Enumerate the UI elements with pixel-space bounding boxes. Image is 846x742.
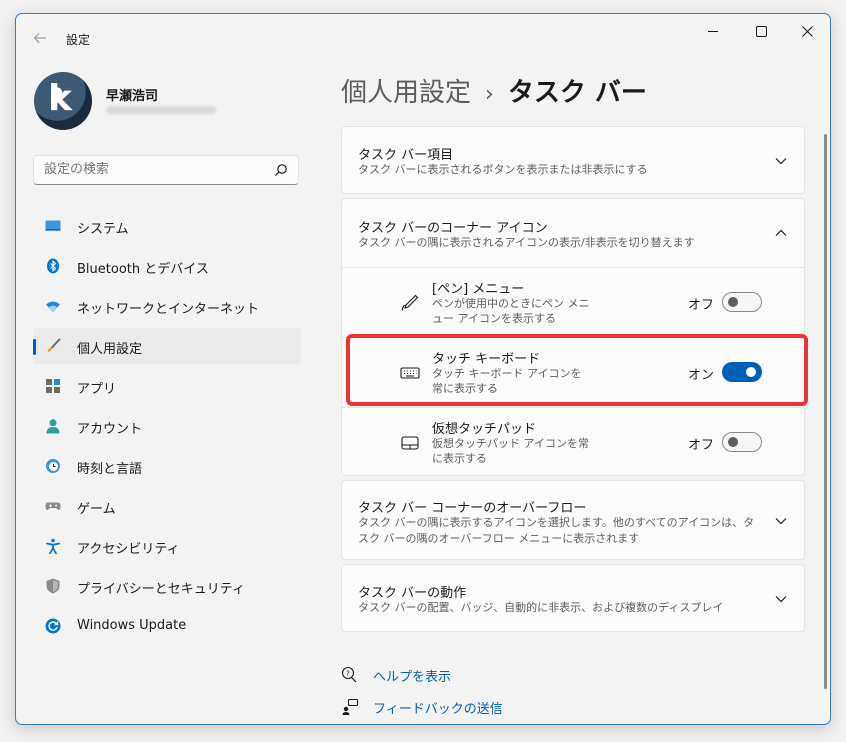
svg-text:?: ? <box>346 670 350 678</box>
pen-icon <box>401 294 419 311</box>
sidebar-item-accessibility[interactable]: アクセシビリティ <box>33 528 301 564</box>
setting-description: ペンが使用中のときにペン メニュー アイコンを表示する <box>432 297 590 325</box>
avatar-logo-icon: k <box>48 78 72 119</box>
maximize-button[interactable] <box>738 14 784 48</box>
card-taskbar-behavior[interactable]: タスク バーの動作 タスク バーの配置、バッジ、自動的に非表示、および複数のディ… <box>341 564 805 632</box>
card-title: タスク バー項目 <box>358 148 454 163</box>
person-icon <box>46 419 60 434</box>
setting-row-pen-menu: [ペン] メニュー ペンが使用中のときにペン メニュー アイコンを表示する オフ <box>342 267 804 338</box>
sidebar-item-gaming[interactable]: ゲーム <box>33 488 301 524</box>
user-profile[interactable]: k 早瀬浩司 <box>34 72 324 134</box>
help-icon: ? <box>341 666 357 683</box>
sidebar-item-label: アカウント <box>77 422 143 437</box>
shield-icon <box>46 578 60 594</box>
help-link[interactable]: ヘルプを表示 <box>373 666 451 685</box>
toggle-state-label: オフ <box>688 298 715 313</box>
sidebar-item-label: プライバシーとセキュリティ <box>77 582 245 597</box>
chevron-up-icon[interactable] <box>774 226 788 240</box>
settings-window: 設定 k 早瀬浩司 システム Bluetooth とデバイス ネットワークとイン… <box>15 13 831 725</box>
sidebar-item-apps[interactable]: アプリ <box>33 368 301 404</box>
sidebar-item-privacy[interactable]: プライバシーとセキュリティ <box>33 568 301 604</box>
wifi-icon <box>46 301 60 312</box>
brush-icon <box>47 338 61 352</box>
setting-row-virtual-touchpad: 仮想タッチパッド 仮想タッチパッド アイコンを常に表示する オフ <box>342 407 804 478</box>
breadcrumb-parent[interactable]: 個人用設定 <box>341 78 471 108</box>
card-description: タスク バーの隅に表示するアイコンを選択します。他のすべてのアイコンは、タスク … <box>358 516 755 545</box>
bluetooth-icon <box>47 258 59 274</box>
chevron-down-icon[interactable] <box>774 154 788 168</box>
back-arrow-icon <box>33 33 46 43</box>
sidebar-item-accounts[interactable]: アカウント <box>33 408 301 444</box>
minimize-icon <box>708 30 718 32</box>
scrollbar[interactable] <box>824 134 827 689</box>
toggle-state-label: オフ <box>688 438 715 453</box>
search-icon <box>275 164 287 176</box>
virtual-touchpad-toggle[interactable] <box>722 432 762 452</box>
sidebar-item-bluetooth[interactable]: Bluetooth とデバイス <box>33 248 301 284</box>
profile-email-redacted <box>106 106 216 114</box>
feedback-link[interactable]: フィードバックの送信 <box>373 698 503 717</box>
card-description: タスク バーの配置、バッジ、自動的に非表示、および複数のディスプレイ <box>358 601 724 614</box>
profile-name: 早瀬浩司 <box>106 89 159 104</box>
card-title: タスク バー コーナーのオーバーフロー <box>358 501 587 516</box>
sidebar-item-network[interactable]: ネットワークとインターネット <box>33 288 301 324</box>
sidebar-item-label: ネットワークとインターネット <box>77 302 260 317</box>
pen-menu-toggle[interactable] <box>722 292 762 312</box>
sidebar-nav: システム Bluetooth とデバイス ネットワークとインターネット 個人用設… <box>33 208 301 648</box>
search-input[interactable] <box>44 162 244 177</box>
sidebar-item-label: Windows Update <box>77 618 187 633</box>
page-title: タスク バー <box>507 78 647 108</box>
sidebar-item-personalization[interactable]: 個人用設定 <box>33 328 301 364</box>
setting-description: 仮想タッチパッド アイコンを常に表示する <box>432 437 589 465</box>
highlight-frame <box>346 334 808 406</box>
toggle-knob <box>728 437 738 447</box>
card-title: タスク バーの動作 <box>358 586 467 601</box>
apps-icon <box>46 379 60 393</box>
sidebar-item-label: 個人用設定 <box>77 342 143 357</box>
card-description: タスク バーに表示されるボタンを表示または非表示にする <box>358 163 648 176</box>
sidebar-item-windows-update[interactable]: Windows Update <box>33 608 301 644</box>
update-icon <box>45 618 61 634</box>
maximize-icon <box>755 25 767 37</box>
setting-title: 仮想タッチパッド <box>432 422 537 437</box>
close-button[interactable] <box>784 14 830 48</box>
breadcrumb: 個人用設定 › タスク バー <box>341 72 647 108</box>
card-corner-overflow[interactable]: タスク バー コーナーのオーバーフロー タスク バーの隅に表示するアイコンを選択… <box>341 480 805 560</box>
minimize-button[interactable] <box>690 14 736 48</box>
clock-globe-icon <box>46 459 60 473</box>
gamepad-icon <box>45 502 61 510</box>
sidebar-item-label: 時刻と言語 <box>77 462 143 477</box>
app-title: 設定 <box>66 33 91 47</box>
title-bar: 設定 <box>16 14 830 62</box>
sidebar-item-label: アプリ <box>77 382 117 397</box>
feedback-icon <box>342 698 359 715</box>
sidebar-item-system[interactable]: システム <box>33 208 301 244</box>
chevron-down-icon[interactable] <box>774 592 788 606</box>
avatar: k <box>34 72 92 130</box>
touchpad-icon <box>401 436 419 450</box>
card-taskbar-items[interactable]: タスク バー項目 タスク バーに表示されるボタンを表示または非表示にする <box>341 126 805 194</box>
back-button[interactable] <box>28 26 52 50</box>
search-box[interactable] <box>33 155 299 185</box>
card-title: タスク バーのコーナー アイコン <box>358 221 548 236</box>
sidebar-item-label: ゲーム <box>77 502 116 517</box>
accessibility-icon <box>46 538 60 554</box>
sidebar-item-label: アクセシビリティ <box>77 542 180 557</box>
setting-title: [ペン] メニュー <box>432 282 525 297</box>
chevron-down-icon[interactable] <box>774 514 788 528</box>
breadcrumb-separator: › <box>485 82 494 107</box>
display-icon <box>45 220 61 231</box>
toggle-knob <box>728 297 738 307</box>
sidebar-item-label: Bluetooth とデバイス <box>77 262 209 277</box>
sidebar-item-time-language[interactable]: 時刻と言語 <box>33 448 301 484</box>
card-description: タスク バーの隅に表示されるアイコンの表示/非表示を切り替えます <box>358 236 695 249</box>
sidebar-item-label: システム <box>77 222 129 237</box>
close-icon <box>801 25 813 37</box>
